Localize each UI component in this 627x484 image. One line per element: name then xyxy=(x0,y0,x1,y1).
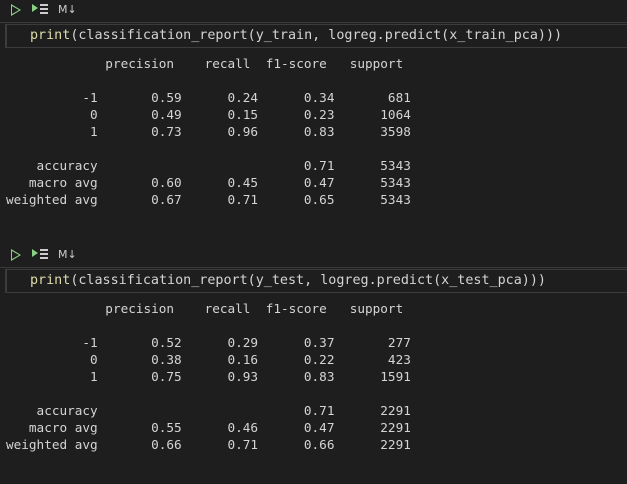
output-row: 0 0.49 0.15 0.23 1064 xyxy=(6,107,411,122)
run-below-icon[interactable] xyxy=(32,247,48,261)
cell-accent xyxy=(5,270,7,292)
run-icon[interactable] xyxy=(11,4,21,16)
run-below-icon[interactable] xyxy=(32,2,48,16)
run-icon[interactable] xyxy=(11,249,21,261)
output-header: precision recall f1-score support xyxy=(6,56,404,71)
output-row: 1 0.73 0.96 0.83 3598 xyxy=(6,124,411,139)
cell-separator xyxy=(0,267,627,268)
code-cell[interactable]: print(classification_report(y_test, logr… xyxy=(5,269,627,293)
output-row: accuracy 0.71 2291 xyxy=(6,403,411,418)
output-row: weighted avg 0.67 0.71 0.65 5343 xyxy=(6,192,411,207)
output-row: 1 0.75 0.93 0.83 1591 xyxy=(6,369,411,384)
code-cell[interactable]: print(classification_report(y_train, log… xyxy=(5,24,627,48)
output-row: -1 0.59 0.24 0.34 681 xyxy=(6,90,411,105)
cell-toolbar: M↓ xyxy=(0,246,627,266)
output-row: macro avg 0.60 0.45 0.47 5343 xyxy=(6,175,411,190)
code-line[interactable]: print(classification_report(y_train, log… xyxy=(30,28,562,43)
output-row: macro avg 0.55 0.46 0.47 2291 xyxy=(6,420,411,435)
markdown-toggle[interactable]: M↓ xyxy=(58,3,77,16)
output-row: 0 0.38 0.16 0.22 423 xyxy=(6,352,411,367)
cell-toolbar: M↓ xyxy=(0,1,627,21)
output-row: accuracy 0.71 5343 xyxy=(6,158,411,173)
code-line[interactable]: print(classification_report(y_test, logr… xyxy=(30,273,546,288)
output-header: precision recall f1-score support xyxy=(6,301,404,316)
markdown-toggle[interactable]: M↓ xyxy=(58,248,77,261)
output-row: weighted avg 0.66 0.71 0.66 2291 xyxy=(6,437,411,452)
cell-separator xyxy=(0,22,627,23)
cell-accent xyxy=(5,25,7,47)
output-row: -1 0.52 0.29 0.37 277 xyxy=(6,335,411,350)
